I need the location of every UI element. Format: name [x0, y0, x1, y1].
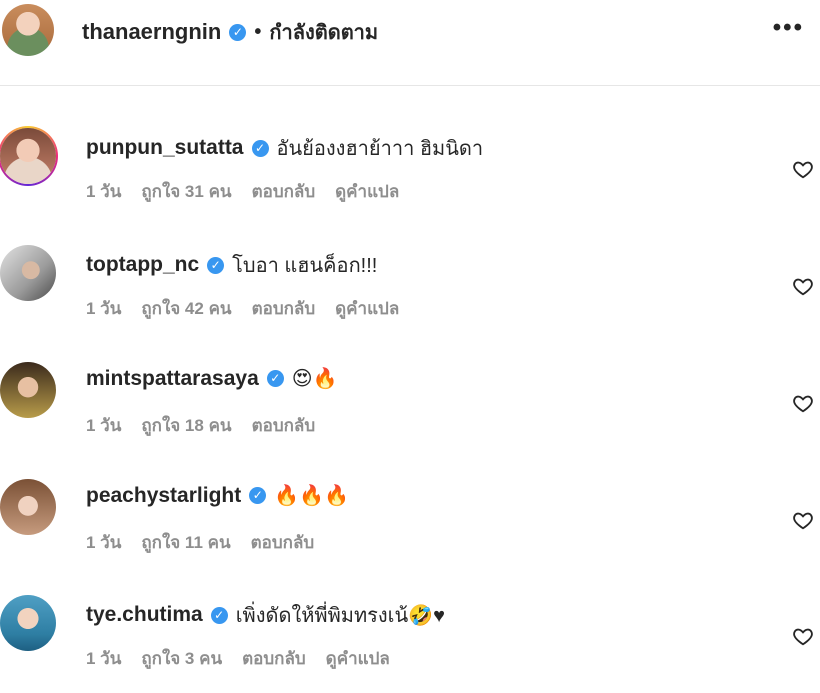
verified-badge-icon: ✓: [207, 256, 225, 274]
commenter-avatar[interactable]: [0, 479, 56, 535]
reply-button[interactable]: ตอบกลับ: [242, 645, 306, 672]
comment-username[interactable]: peachystarlight: [86, 484, 241, 508]
comment-text: อันย้องงฮาย้าาา ฮิมนิดา: [276, 138, 484, 160]
post-header: thanaerngnin ✓ • กำลังติดตาม •••: [0, 0, 820, 86]
comment-likes[interactable]: ถูกใจ 42 คน: [141, 295, 231, 322]
comment-item: peachystarlight ✓ 🔥🔥🔥 1 วัน ถูกใจ 11 คน …: [0, 467, 820, 577]
comment-item: toptapp_nc ✓ โบอา แฮนค็อก!!! 1 วัน ถูกใจ…: [0, 233, 820, 343]
more-options-icon[interactable]: •••: [773, 14, 804, 42]
following-status[interactable]: กำลังติดตาม: [269, 16, 378, 48]
reply-button[interactable]: ตอบกลับ: [252, 295, 316, 322]
commenter-avatar[interactable]: [0, 128, 56, 184]
comment-text: 😍🔥: [291, 368, 338, 390]
heart-outline-icon[interactable]: [792, 275, 814, 297]
comment-likes[interactable]: ถูกใจ 18 คน: [141, 412, 231, 439]
heart-outline-icon[interactable]: [792, 509, 814, 531]
commenter-avatar[interactable]: [0, 245, 56, 301]
comment-text: เพิ่งดัดให้พี่พิมทรงเน้🤣♥: [235, 605, 445, 627]
comment-line: mintspattarasaya ✓ 😍🔥: [86, 366, 338, 391]
comment-username[interactable]: toptapp_nc: [86, 253, 199, 277]
comment-item: punpun_sutatta ✓ อันย้องงฮาย้าาา ฮิมนิดา…: [0, 116, 820, 226]
verified-badge-icon: ✓: [229, 23, 247, 41]
comment-meta: 1 วัน ถูกใจ 42 คน ตอบกลับ ดูคำแปล: [86, 295, 399, 322]
comment-time[interactable]: 1 วัน: [86, 412, 121, 439]
comment-meta: 1 วัน ถูกใจ 18 คน ตอบกลับ: [86, 412, 315, 439]
comment-likes[interactable]: ถูกใจ 3 คน: [141, 645, 222, 672]
comment-username[interactable]: punpun_sutatta: [86, 136, 244, 160]
comment-meta: 1 วัน ถูกใจ 3 คน ตอบกลับ ดูคำแปล: [86, 645, 390, 672]
verified-badge-icon: ✓: [266, 370, 284, 387]
comment-likes[interactable]: ถูกใจ 31 คน: [141, 178, 231, 205]
verified-badge-icon: ✓: [251, 139, 269, 157]
reply-button[interactable]: ตอบกลับ: [251, 529, 315, 556]
comment-item: tye.chutima ✓ เพิ่งดัดให้พี่พิมทรงเน้🤣♥ …: [0, 583, 820, 693]
author-avatar[interactable]: [2, 4, 54, 56]
comment-line: tye.chutima ✓ เพิ่งดัดให้พี่พิมทรงเน้🤣♥: [86, 599, 445, 631]
reply-button[interactable]: ตอบกลับ: [252, 412, 316, 439]
heart-outline-icon[interactable]: [792, 392, 814, 414]
separator-dot: •: [254, 20, 262, 43]
verified-badge-icon: ✓: [210, 606, 228, 624]
verified-badge-icon: ✓: [249, 487, 267, 504]
comment-time[interactable]: 1 วัน: [86, 178, 121, 205]
author-line: thanaerngnin ✓ • กำลังติดตาม: [82, 16, 378, 48]
translate-button[interactable]: ดูคำแปล: [335, 295, 399, 322]
comment-username[interactable]: tye.chutima: [86, 603, 203, 627]
heart-outline-icon[interactable]: [792, 158, 814, 180]
commenter-avatar[interactable]: [0, 595, 56, 651]
comment-meta: 1 วัน ถูกใจ 11 คน ตอบกลับ: [86, 529, 314, 556]
comment-line: peachystarlight ✓ 🔥🔥🔥: [86, 483, 349, 508]
comment-line: punpun_sutatta ✓ อันย้องงฮาย้าาา ฮิมนิดา: [86, 132, 483, 164]
comment-item: mintspattarasaya ✓ 😍🔥 1 วัน ถูกใจ 18 คน …: [0, 350, 820, 460]
translate-button[interactable]: ดูคำแปล: [326, 645, 390, 672]
heart-outline-icon[interactable]: [792, 625, 814, 647]
comment-likes[interactable]: ถูกใจ 11 คน: [141, 529, 230, 556]
comment-text: โบอา แฮนค็อก!!!: [232, 255, 378, 277]
commenter-avatar[interactable]: [0, 362, 56, 418]
comment-time[interactable]: 1 วัน: [86, 295, 121, 322]
comment-text: 🔥🔥🔥: [274, 485, 349, 507]
comment-time[interactable]: 1 วัน: [86, 645, 121, 672]
comment-username[interactable]: mintspattarasaya: [86, 367, 259, 391]
author-username[interactable]: thanaerngnin: [82, 19, 221, 45]
reply-button[interactable]: ตอบกลับ: [252, 178, 316, 205]
comment-time[interactable]: 1 วัน: [86, 529, 121, 556]
comment-line: toptapp_nc ✓ โบอา แฮนค็อก!!!: [86, 249, 377, 281]
translate-button[interactable]: ดูคำแปล: [335, 178, 399, 205]
comment-meta: 1 วัน ถูกใจ 31 คน ตอบกลับ ดูคำแปล: [86, 178, 399, 205]
